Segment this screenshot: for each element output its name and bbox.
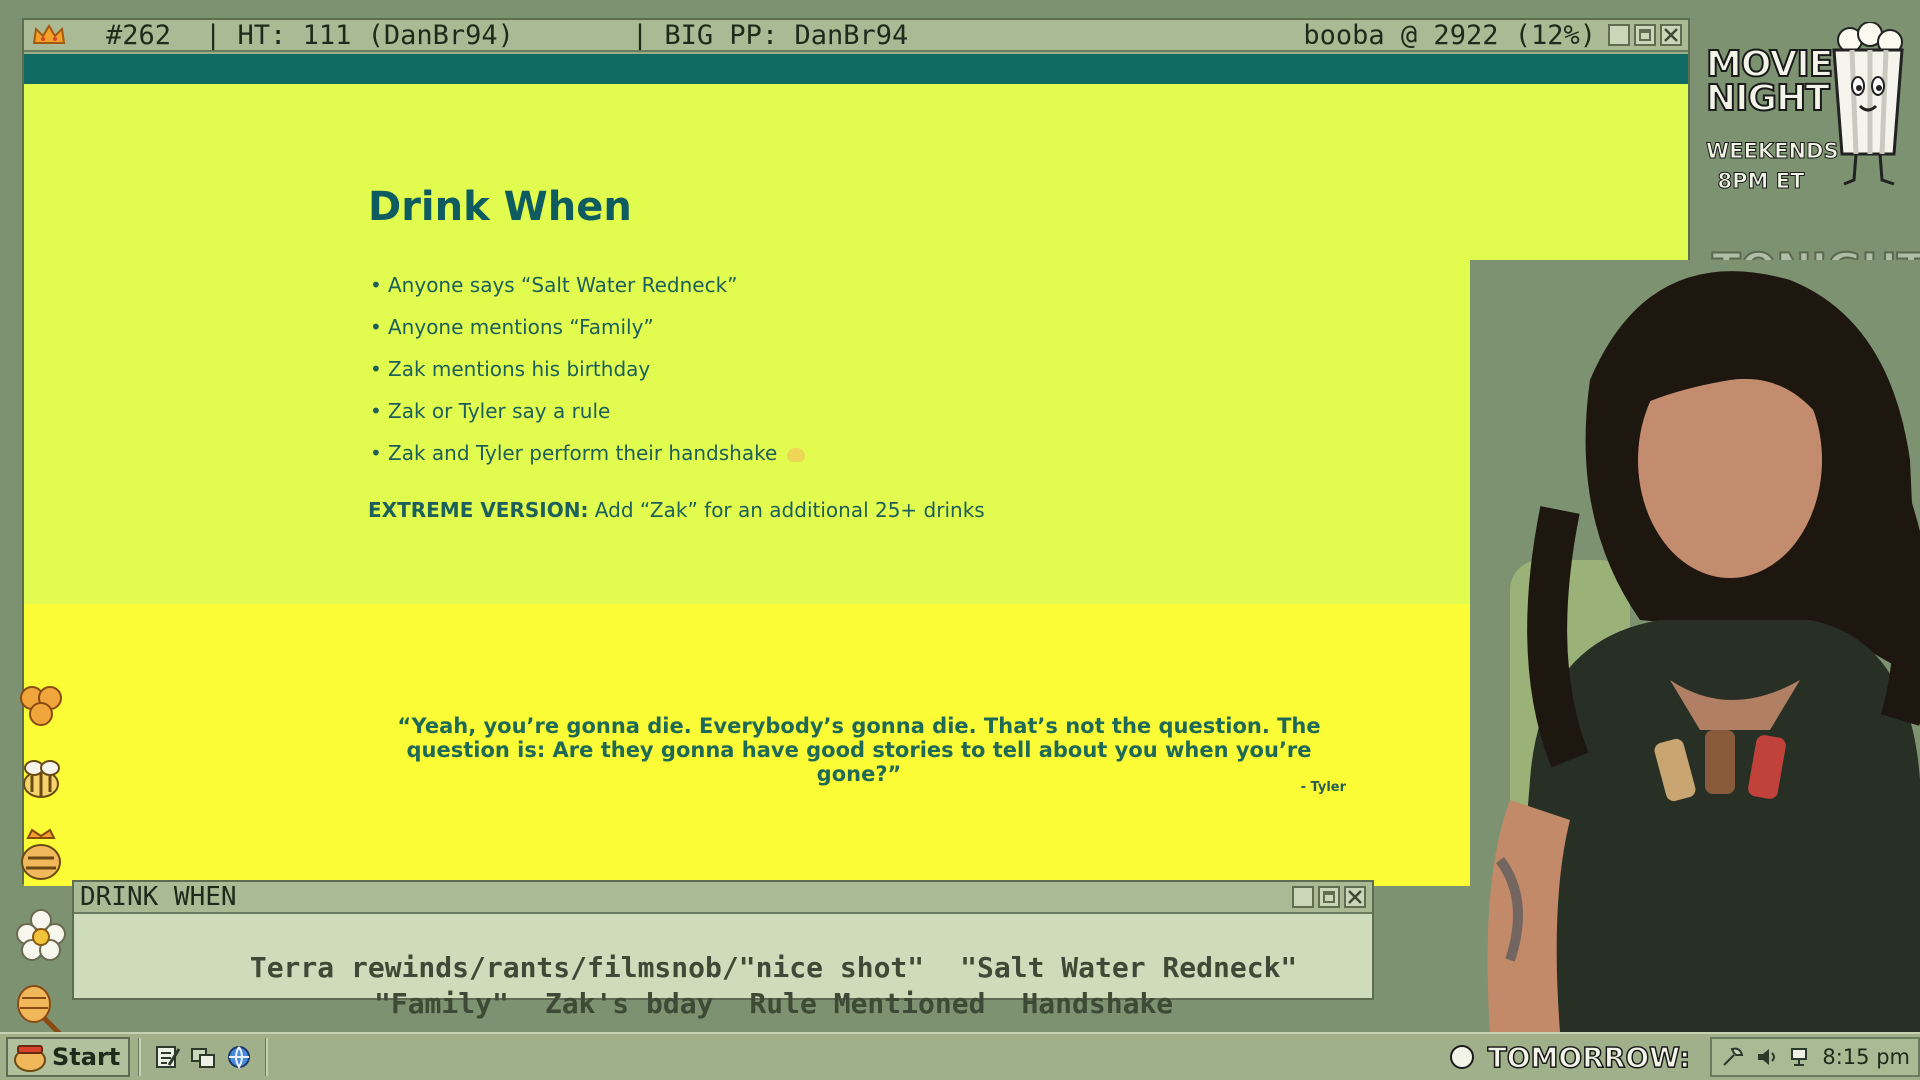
main-window: #262 | HT: 111 (DanBr94) | BIG PP: DanBr… [22, 18, 1690, 886]
movie-night-line: MOVIE [1705, 44, 1834, 85]
taskbar: Start TOMORROW: 8:15 pm [0, 1032, 1920, 1080]
extreme-version-line: EXTREME VERSION: Add “Zak” for an additi… [368, 498, 985, 522]
flower-icon [16, 909, 66, 961]
taskbar-divider [265, 1038, 269, 1076]
close-button[interactable] [1660, 24, 1682, 46]
ht-status: | HT: 111 (DanBr94) [205, 19, 514, 51]
schedule-line: 8PM ET [1717, 169, 1805, 194]
extreme-version-label: EXTREME VERSION: [368, 498, 589, 522]
slide-header-bar [24, 54, 1688, 84]
rule-item: Anyone mentions “Family” [368, 306, 805, 348]
quote-author: - Tyler [1300, 780, 1346, 795]
notepad-icon[interactable] [153, 1043, 181, 1071]
explorer-icon[interactable] [189, 1043, 217, 1071]
start-label: Start [52, 1043, 121, 1071]
drink-trigger-row: Terra rewinds/rants/filmsnob/"nice shot"… [74, 914, 1372, 984]
minimize-button[interactable] [1292, 886, 1314, 908]
maximize-button[interactable] [1634, 24, 1656, 46]
drink-trigger: Rule Mentioned [749, 987, 986, 1020]
stream-number: #262 [106, 19, 172, 51]
system-tray: 8:15 pm [1710, 1037, 1920, 1077]
minimize-button[interactable] [1608, 24, 1630, 46]
record-dot-icon [1449, 1045, 1474, 1069]
rule-item: Zak mentions his birthday [368, 348, 805, 390]
drink-trigger: Terra rewinds/rants/filmsnob/"nice shot" [249, 951, 925, 984]
close-icon [1348, 890, 1362, 904]
movie-night-line: NIGHT [1705, 78, 1831, 119]
main-titlebar[interactable]: #262 | HT: 111 (DanBr94) | BIG PP: DanBr… [24, 20, 1688, 52]
drink-when-titlebar[interactable]: DRINK WHEN [74, 882, 1372, 914]
crown-icon [32, 24, 66, 44]
big-pp-status: | BIG PP: DanBr94 [631, 19, 909, 51]
wrench-icon[interactable] [1720, 1045, 1746, 1069]
drink-trigger: Zak's bday [544, 987, 714, 1020]
close-icon [1664, 28, 1678, 42]
honeycomb-icon [20, 686, 62, 726]
extreme-version-text: Add “Zak” for an additional 25+ drinks [588, 498, 985, 522]
tomorrow-label: TOMORROW: [1487, 1040, 1691, 1075]
drink-trigger: Handshake [1021, 987, 1174, 1020]
slide-title: Drink When [368, 184, 632, 230]
rule-item: Anyone says “Salt Water Redneck” [368, 264, 805, 306]
handshake-icon [787, 447, 806, 462]
slide-rules-section: Drink When Anyone says “Salt Water Redne… [24, 84, 1688, 604]
bee-icon [23, 760, 60, 798]
quote-text: “Yeah, you’re gonna die. Everybody’s gon… [397, 714, 1321, 786]
drink-trigger: "Salt Water Redneck" [960, 951, 1298, 984]
movie-night-badge: MOVIE NIGHT WEEKENDS 8PM ET [1700, 18, 1920, 198]
webcam-feed [1470, 260, 1920, 1032]
queen-bee-icon [21, 828, 61, 880]
rule-item: Zak or Tyler say a rule [368, 390, 805, 432]
slide-quote-section: “Yeah, you’re gonna die. Everybody’s gon… [24, 604, 1688, 886]
network-icon[interactable] [1788, 1045, 1814, 1069]
drink-when-title: DRINK WHEN [80, 882, 237, 912]
window-controls [1608, 24, 1682, 46]
taskbar-divider [138, 1038, 142, 1076]
schedule-line: WEEKENDS [1706, 139, 1840, 164]
drink-trigger: "Family" [373, 987, 509, 1020]
speaker-icon[interactable] [1754, 1045, 1780, 1069]
rule-item: Zak and Tyler perform their handshake [368, 432, 806, 474]
browser-icon[interactable] [225, 1043, 253, 1071]
popcorn-mascot-icon [1832, 22, 1904, 186]
movie-night-schedule: WEEKENDS 8PM ET [1706, 136, 1840, 196]
drink-trigger-list: Terra rewinds/rants/filmsnob/"nice shot"… [74, 914, 1372, 1020]
movie-night-logo: MOVIE NIGHT [1705, 44, 1834, 119]
drink-when-window: DRINK WHEN Terra rewinds/rants/filmsnob/… [72, 880, 1374, 1020]
close-button[interactable] [1344, 886, 1366, 908]
maximize-button[interactable] [1318, 886, 1340, 908]
honey-pot-icon [14, 1045, 46, 1072]
start-button[interactable]: Start [6, 1037, 131, 1077]
drink-window-controls [1292, 886, 1366, 908]
rule-item-text: Zak and Tyler perform their handshake [388, 441, 778, 465]
rules-list: Anyone says “Salt Water Redneck” Anyone … [368, 264, 806, 474]
booba-status: booba @ 2922 (12%) [1303, 19, 1596, 51]
clock: 8:15 pm [1822, 1045, 1910, 1069]
tomorrow-banner: TOMORROW: [1449, 1040, 1691, 1075]
